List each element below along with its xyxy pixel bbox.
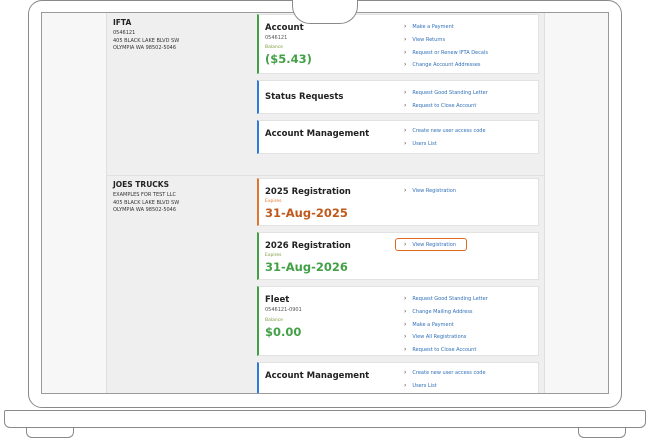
joes-trucks-panel: JOES TRUCKS EXAMPLES FOR TEST LLC 405 BL…: [106, 175, 545, 393]
make-payment-link[interactable]: Make a Payment: [404, 319, 488, 332]
account-number: 0546121: [265, 35, 288, 41]
expiry-date: 31-Aug-2025: [265, 206, 348, 220]
good-standing-letter-link[interactable]: Request Good Standing Letter: [404, 293, 487, 306]
status-links: Request Good Standing Letter Request to …: [404, 87, 488, 113]
screen: IFTA 0546121 405 BLACK LAKE BLVD SW OLYM…: [41, 12, 609, 394]
fleet-number: 0546121-0901: [265, 307, 302, 313]
ifta-account-info: IFTA 0546121 405 BLACK LAKE BLVD SW OLYM…: [113, 18, 179, 53]
change-mailing-address-link[interactable]: Change Mailing Address: [404, 306, 488, 319]
close-account-link[interactable]: Request to Close Account: [404, 344, 488, 357]
account-name: JOES TRUCKS: [113, 180, 170, 189]
address-line-2: OLYMPIA WA 98502-5046: [113, 207, 177, 213]
card-title: Status Requests: [265, 92, 344, 102]
users-list-link[interactable]: Users List: [404, 138, 486, 151]
view-all-registrations-link[interactable]: View All Registrations: [404, 331, 488, 344]
make-payment-link[interactable]: Make a Payment: [404, 21, 488, 34]
users-list-link[interactable]: Users List: [404, 380, 486, 393]
card-title: 2025 Registration: [265, 187, 351, 197]
address-line-1: 405 BLACK LAKE BLVD SW: [113, 199, 180, 206]
create-access-code-link[interactable]: Create new user access code: [404, 125, 485, 138]
change-addresses-link[interactable]: Change Account Addresses: [404, 59, 488, 72]
registration-2025-card: 2025 Registration Expires 31-Aug-2025 Vi…: [257, 178, 539, 226]
balance-amount: ($5.43): [265, 52, 312, 66]
account-number: 0546121: [113, 30, 136, 36]
ifta-account-management-card: Account Management Create new user acces…: [257, 120, 539, 154]
balance-label: Balance: [265, 45, 283, 50]
view-returns-link[interactable]: View Returns: [404, 34, 488, 47]
expires-label: Expires: [265, 199, 282, 204]
balance-amount: $0.00: [265, 325, 302, 339]
management-links: Create new user access code Users List: [404, 367, 486, 393]
card-title: Fleet: [265, 295, 290, 305]
ifta-account-card: Account 0546121 Balance ($5.43) Make a P…: [257, 14, 539, 74]
joes-account-management-card: Account Management Create new user acces…: [257, 362, 539, 393]
laptop-foot-left: [26, 428, 74, 438]
joes-trucks-info: JOES TRUCKS EXAMPLES FOR TEST LLC 405 BL…: [113, 180, 179, 215]
card-title: Account Management: [265, 129, 370, 139]
view-registration-link[interactable]: View Registration: [404, 185, 456, 198]
registration-2026-links: View Registration: [404, 239, 456, 252]
fleet-links: Request Good Standing Letter Change Mail…: [404, 293, 488, 357]
registration-2026-card: 2026 Registration Expires 31-Aug-2026 Vi…: [257, 232, 539, 280]
balance-label: Balance: [265, 318, 283, 323]
ifta-account-panel: IFTA 0546121 405 BLACK LAKE BLVD SW OLYM…: [106, 13, 545, 181]
account-name: IFTA: [113, 18, 132, 27]
management-links: Create new user access code Users List: [404, 125, 486, 151]
good-standing-letter-link[interactable]: Request Good Standing Letter: [404, 87, 487, 100]
business-name: EXAMPLES FOR TEST LLC: [113, 192, 177, 198]
create-access-code-link[interactable]: Create new user access code: [404, 367, 485, 380]
laptop-base: [4, 410, 646, 428]
card-title: Account Management: [265, 371, 370, 381]
camera-notch: [292, 0, 358, 24]
address-line-2: OLYMPIA WA 98502-5046: [113, 45, 177, 51]
expires-label: Expires: [265, 253, 282, 258]
card-title: 2026 Registration: [265, 241, 351, 251]
expiry-date: 31-Aug-2026: [265, 260, 348, 274]
fleet-card: Fleet 0546121-0901 Balance $0.00 Request…: [257, 286, 539, 356]
registration-2025-links: View Registration: [404, 185, 456, 198]
address-line-1: 405 BLACK LAKE BLVD SW: [113, 37, 180, 44]
close-account-link[interactable]: Request to Close Account: [404, 100, 488, 113]
card-title: Account: [265, 23, 304, 33]
request-decals-link[interactable]: Request or Renew IFTA Decals: [404, 47, 488, 60]
ifta-status-requests-card: Status Requests Request Good Standing Le…: [257, 80, 539, 114]
view-registration-link[interactable]: View Registration: [404, 239, 456, 252]
account-links: Make a Payment View Returns Request or R…: [404, 21, 488, 72]
laptop-foot-right: [578, 428, 626, 438]
